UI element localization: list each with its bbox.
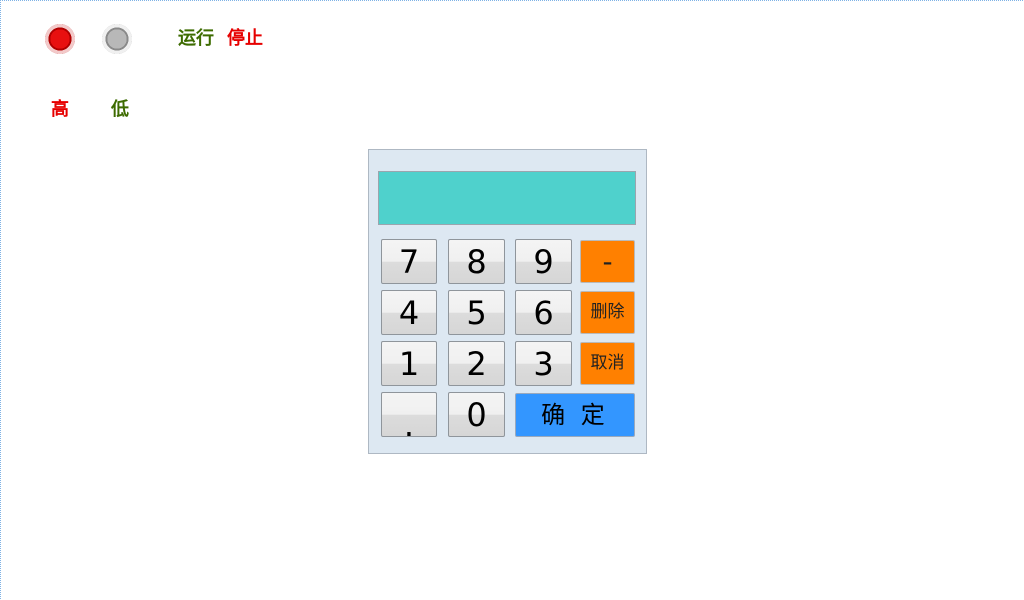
- key-7[interactable]: 7: [381, 239, 437, 284]
- high-label: 高: [51, 99, 69, 120]
- key-dot[interactable]: .: [381, 392, 437, 441]
- key-1[interactable]: 1: [381, 341, 437, 386]
- run-indicator-lamp: [45, 24, 75, 54]
- key-5[interactable]: 5: [448, 290, 505, 335]
- key-4[interactable]: 4: [381, 290, 437, 335]
- key-0[interactable]: 0: [448, 392, 505, 437]
- key-6[interactable]: 6: [515, 290, 572, 335]
- stop-indicator-lamp: [102, 24, 132, 54]
- key-dot-label: .: [403, 405, 415, 444]
- numeric-keypad: 7 8 9 - 4 5 6 删除 1 2 3 取消 . 0 确 定: [368, 149, 647, 454]
- cancel-button[interactable]: 取消: [580, 342, 635, 385]
- run-label: 运行: [178, 28, 214, 49]
- keypad-display[interactable]: [378, 171, 636, 225]
- key-9[interactable]: 9: [515, 239, 572, 284]
- low-label: 低: [111, 99, 129, 120]
- key-8[interactable]: 8: [448, 239, 505, 284]
- key-2[interactable]: 2: [448, 341, 505, 386]
- minus-button[interactable]: -: [580, 240, 635, 283]
- stop-label: 停止: [227, 28, 263, 49]
- confirm-button[interactable]: 确 定: [515, 393, 635, 437]
- delete-button[interactable]: 删除: [580, 291, 635, 334]
- key-3[interactable]: 3: [515, 341, 572, 386]
